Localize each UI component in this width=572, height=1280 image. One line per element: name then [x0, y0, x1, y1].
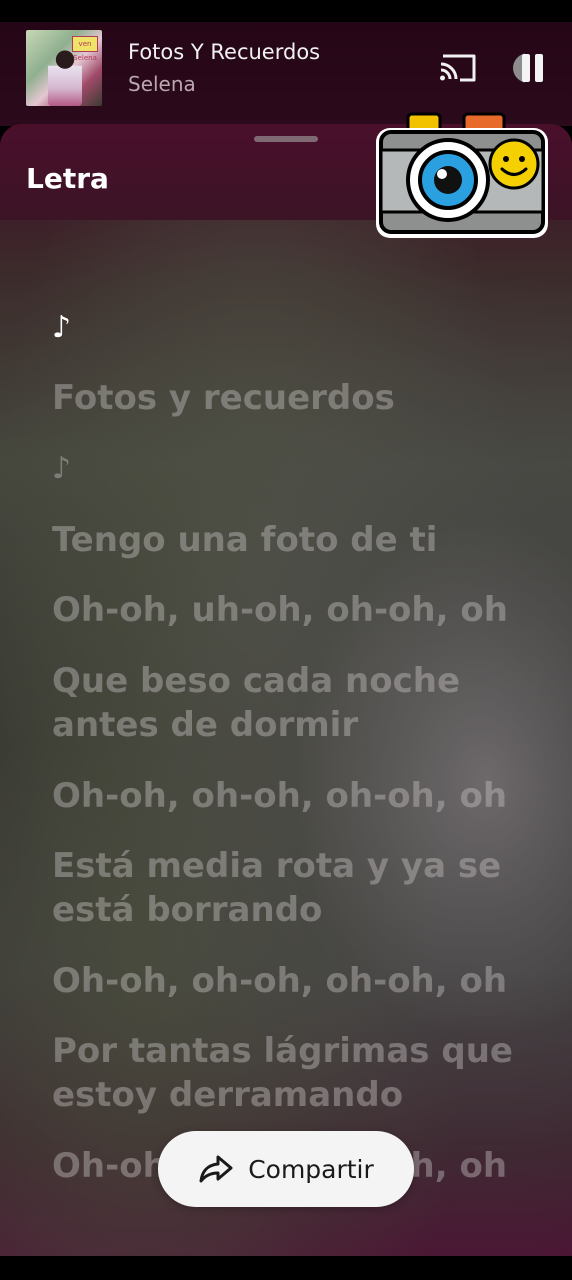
share-arrow-icon [199, 1155, 233, 1183]
lyric-line[interactable]: Oh-oh, oh-oh, oh-oh, oh [52, 959, 532, 1003]
lyric-line[interactable]: Oh-oh, oh-oh, oh-oh, oh [52, 774, 532, 818]
lyric-line[interactable]: Fotos y recuerdos [52, 376, 532, 420]
share-label: Compartir [248, 1154, 374, 1184]
status-bar [0, 0, 572, 22]
lyrics-list[interactable]: ♪ Fotos y recuerdos ♪ Tengo una foto de … [52, 306, 532, 1188]
lyric-line[interactable]: Tengo una foto de ti [52, 518, 532, 562]
drag-handle[interactable] [254, 136, 318, 142]
album-art[interactable]: ven Selena [26, 30, 102, 106]
song-title[interactable]: Fotos Y Recuerdos [128, 40, 320, 64]
sheet-title: Letra [26, 162, 109, 195]
lyric-line[interactable]: Que beso cada noche antes de dormir [52, 659, 532, 747]
cast-icon[interactable] [438, 52, 478, 84]
album-badge: ven Selena [72, 36, 98, 62]
camera-smiley-sticker-icon [376, 112, 548, 238]
lyric-line-note[interactable]: ♪ [52, 447, 532, 491]
lyric-line[interactable]: Oh-oh, uh-oh, oh-oh, oh [52, 588, 532, 632]
lyric-line-note[interactable]: ♪ [52, 306, 532, 350]
navigation-bar [0, 1256, 572, 1280]
share-button[interactable]: Compartir [158, 1131, 414, 1207]
lyric-line[interactable]: Está media rota y ya se está borrando [52, 844, 532, 932]
lyric-line[interactable]: Por tantas lágrimas que estoy derramando [52, 1029, 532, 1117]
pause-icon[interactable] [510, 50, 550, 86]
song-artist[interactable]: Selena [128, 72, 196, 96]
